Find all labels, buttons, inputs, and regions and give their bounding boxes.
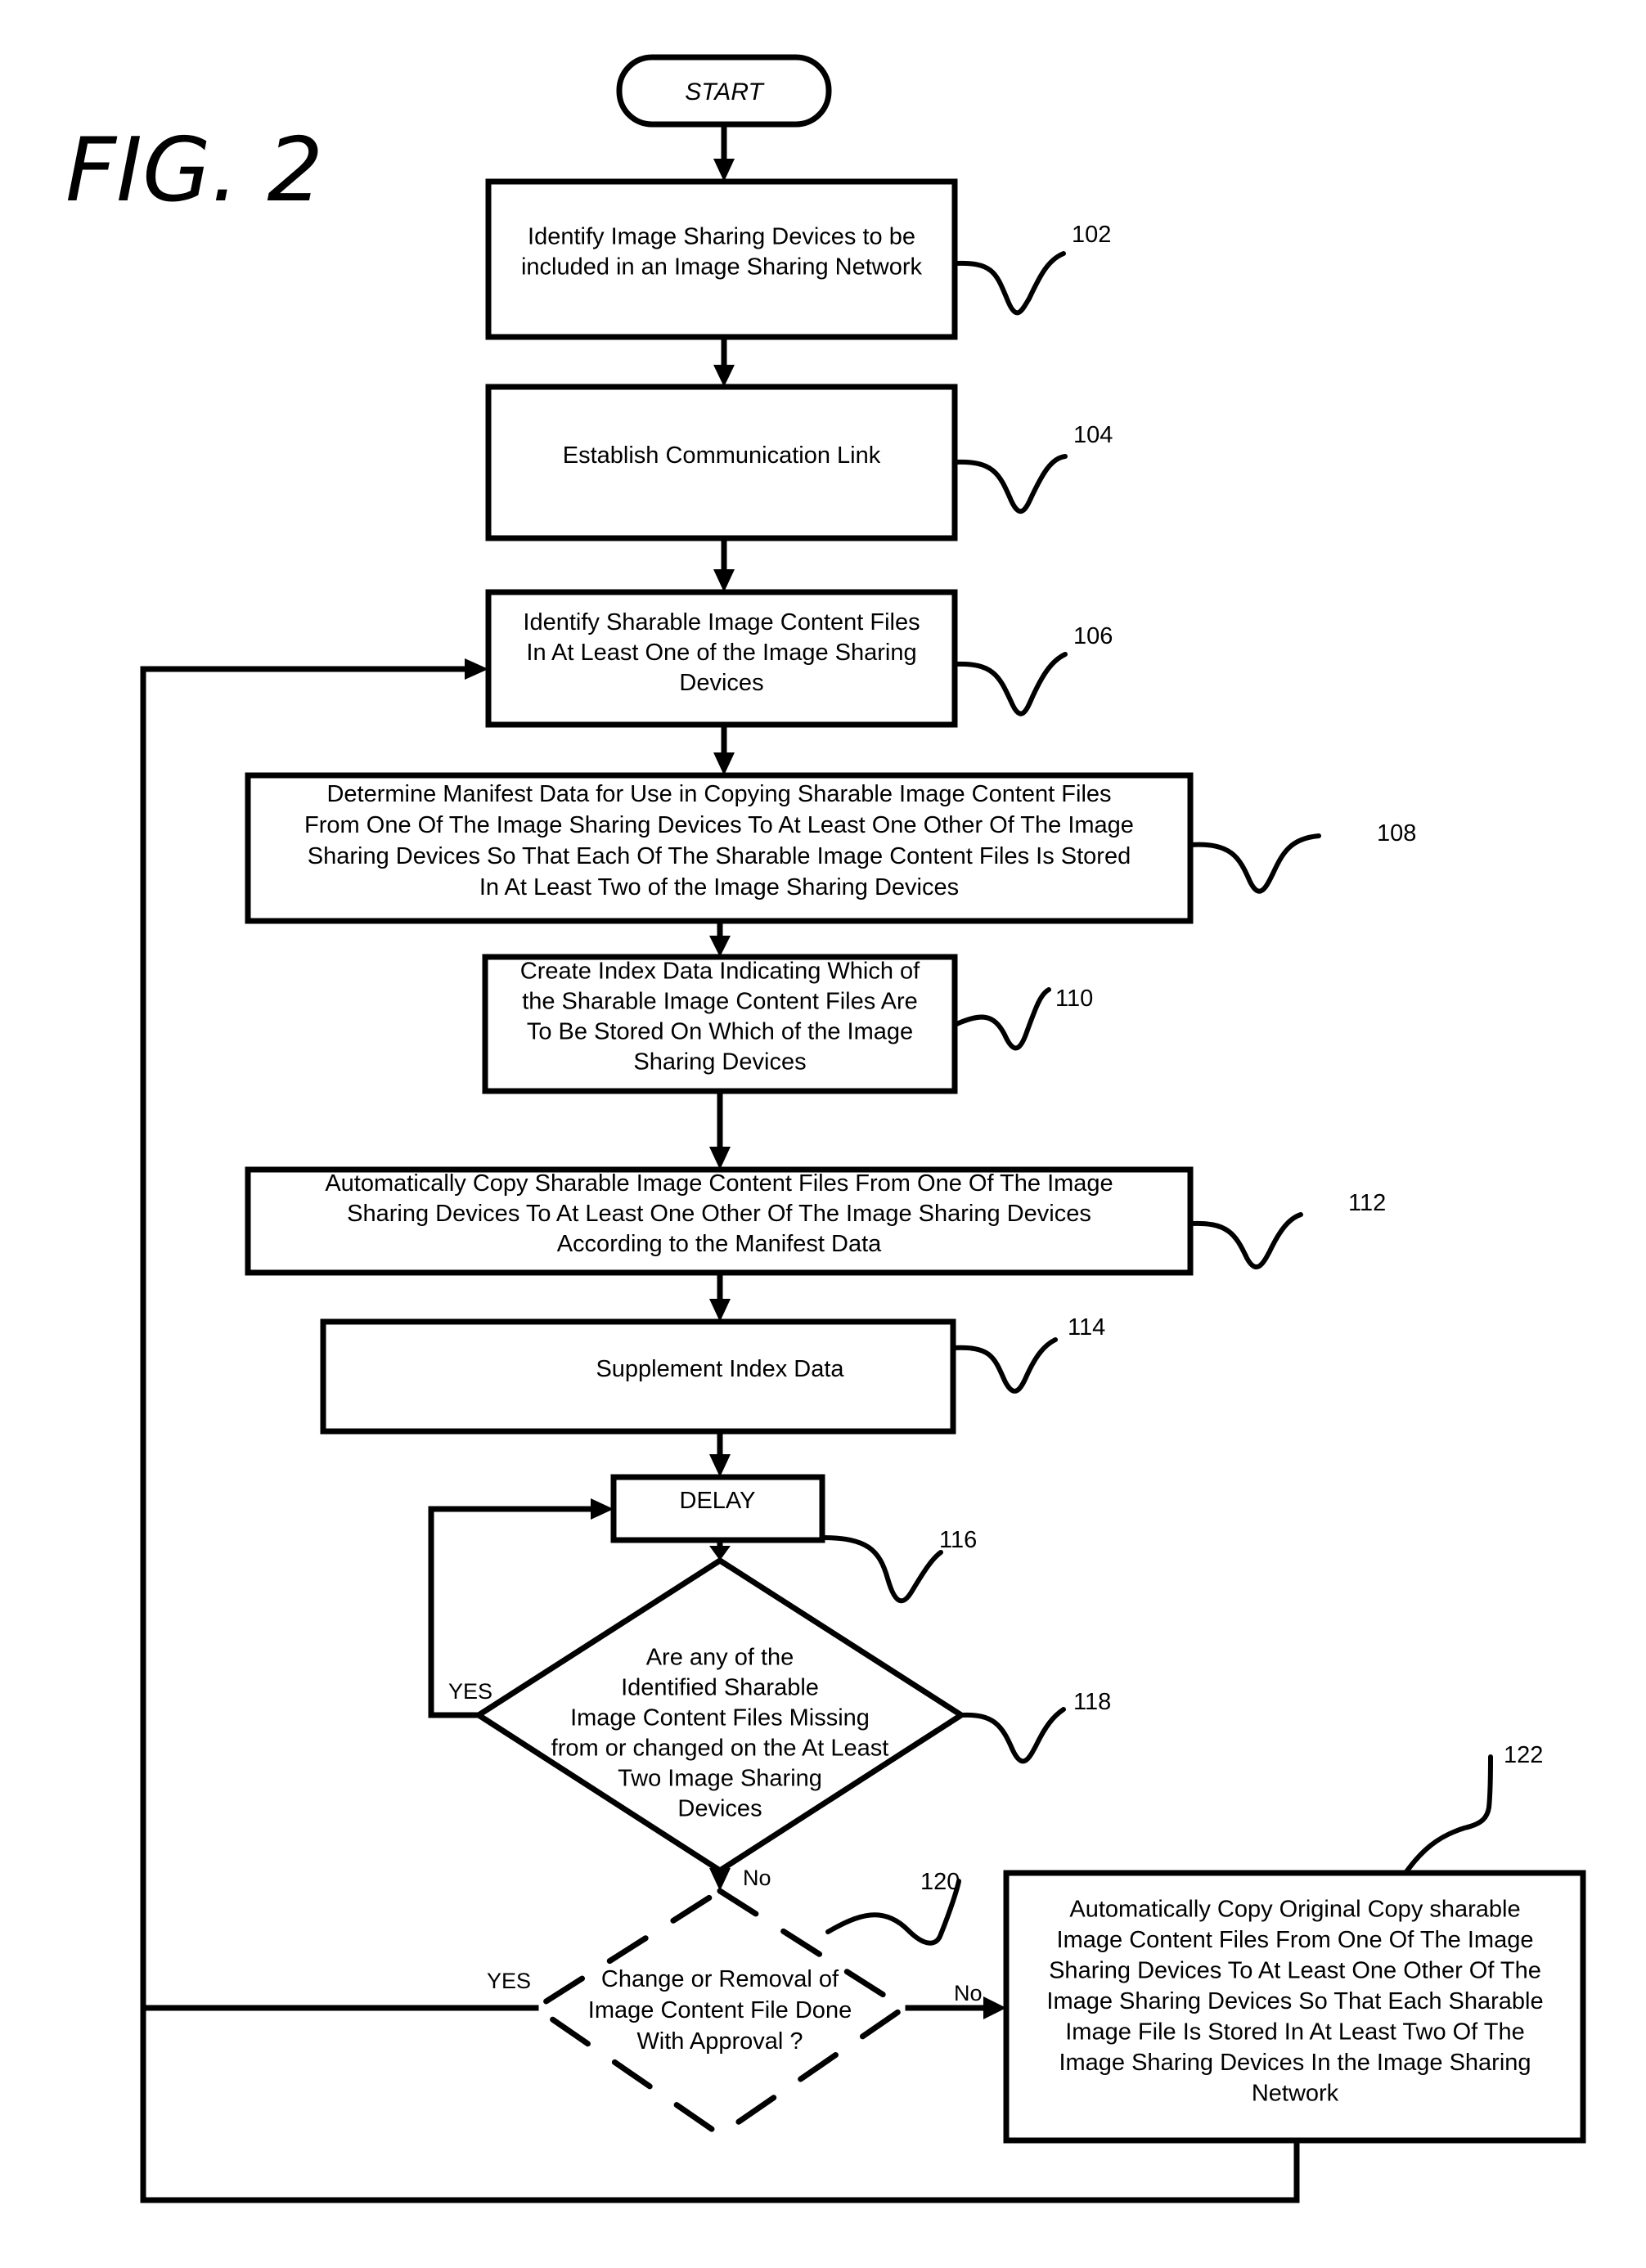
leader-110 bbox=[952, 987, 1051, 1051]
node-text-line: Sharing Devices So That Each Of The Shar… bbox=[308, 843, 1131, 869]
leader-112 bbox=[1188, 1212, 1303, 1269]
start-terminator: START bbox=[616, 54, 832, 128]
arrowhead bbox=[591, 1498, 614, 1520]
leader-114 bbox=[951, 1337, 1058, 1394]
arrowhead bbox=[709, 1147, 731, 1170]
ref-102: 102 bbox=[1072, 222, 1111, 248]
edge-label-118-no: No bbox=[743, 1866, 771, 1890]
node-text-line: To Be Stored On Which of the Image bbox=[527, 1019, 913, 1045]
ref-116: 116 bbox=[939, 1527, 977, 1553]
leader-116 bbox=[820, 1535, 943, 1604]
node-text-line: Change or Removal of bbox=[601, 1966, 839, 1992]
arrowhead bbox=[709, 936, 731, 957]
node-text-line: In At Least Two of the Image Sharing Dev… bbox=[479, 874, 959, 900]
arrowhead bbox=[713, 752, 735, 775]
ref-108: 108 bbox=[1377, 820, 1416, 847]
node-text-120: Change or Removal of Image Content File D… bbox=[588, 1966, 852, 2055]
node-text-line: Determine Manifest Data for Use in Copyi… bbox=[326, 781, 1111, 807]
node-text-line: From One Of The Image Sharing Devices To… bbox=[304, 812, 1134, 838]
node-text-122: Automatically Copy Original Copy sharabl… bbox=[1046, 1897, 1543, 2107]
node-text-line: Supplement Index Data bbox=[596, 1356, 844, 1382]
ref-114: 114 bbox=[1068, 1314, 1105, 1341]
node-text-line: Sharing Devices To At Least One Other Of… bbox=[1049, 1958, 1541, 1984]
node-text-line: DELAY bbox=[680, 1488, 756, 1514]
node-text-114: Supplement Index Data bbox=[596, 1356, 844, 1382]
arrowhead bbox=[983, 1996, 1006, 2019]
node-text-line: included in an Image Sharing Network bbox=[521, 254, 923, 281]
edge-label-118-yes: YES bbox=[448, 1679, 492, 1704]
leader-108 bbox=[1188, 833, 1321, 894]
leader-118 bbox=[959, 1707, 1066, 1764]
node-text-line: Sharing Devices bbox=[633, 1049, 806, 1076]
edge-label-120-yes: YES bbox=[487, 1969, 531, 1993]
node-text-line: Network bbox=[1252, 2081, 1339, 2107]
leader-106 bbox=[952, 652, 1068, 716]
arrowhead bbox=[709, 1299, 731, 1322]
node-text-line: Sharing Devices To At Least One Other Of… bbox=[347, 1201, 1091, 1227]
ref-112: 112 bbox=[1348, 1190, 1386, 1216]
node-text-104: Establish Communication Link bbox=[563, 442, 881, 469]
arrowhead bbox=[713, 365, 735, 387]
figure-label: FIG. 2 bbox=[65, 119, 323, 222]
start-label: START bbox=[685, 79, 765, 106]
node-text-line: the Sharable Image Content Files Are bbox=[522, 989, 918, 1015]
arrowhead bbox=[709, 1454, 731, 1477]
node-text-line: With Approval ? bbox=[636, 2028, 803, 2055]
node-text-line: Automatically Copy Original Copy sharabl… bbox=[1069, 1897, 1520, 1923]
node-text-line: In At Least One of the Image Sharing bbox=[526, 640, 916, 666]
node-text-line: Image File Is Stored In At Least Two Of … bbox=[1065, 2019, 1525, 2046]
arrowhead bbox=[713, 569, 735, 592]
ref-118: 118 bbox=[1073, 1689, 1111, 1715]
ref-120: 120 bbox=[920, 1869, 960, 1895]
node-text-line: Are any of the bbox=[646, 1645, 794, 1671]
node-text-line: Image Sharing Devices In the Image Shari… bbox=[1059, 2050, 1531, 2076]
edge-label-120-no: No bbox=[954, 1981, 983, 2005]
node-text-line: Automatically Copy Sharable Image Conten… bbox=[325, 1170, 1113, 1197]
arrowhead bbox=[465, 658, 488, 680]
leader-104 bbox=[952, 454, 1068, 514]
ref-110: 110 bbox=[1055, 986, 1093, 1012]
node-text-line: Create Index Data Indicating Which of bbox=[520, 959, 920, 985]
leader-102 bbox=[952, 251, 1066, 316]
node-text-line: Image Content Files From One Of The Imag… bbox=[1057, 1927, 1534, 1953]
node-text-line: Identify Image Sharing Devices to be bbox=[528, 224, 915, 250]
leader-122 bbox=[1403, 1754, 1493, 1875]
ref-122: 122 bbox=[1504, 1742, 1543, 1768]
arrowhead bbox=[713, 159, 735, 182]
flowchart: FIG. 2 START 102 104 106 108 110 112 114… bbox=[65, 54, 1586, 2203]
ref-104: 104 bbox=[1073, 422, 1113, 448]
node-text-line: Devices bbox=[679, 670, 763, 696]
node-text-line: Image Content File Done bbox=[588, 1997, 852, 2023]
node-text-line: from or changed on the At Least bbox=[551, 1736, 889, 1762]
node-text-line: Devices bbox=[677, 1796, 762, 1822]
node-text-line: Identified Sharable bbox=[621, 1675, 819, 1701]
node-text-line: Two Image Sharing bbox=[618, 1766, 822, 1792]
ref-106: 106 bbox=[1073, 623, 1113, 649]
node-text-116: DELAY bbox=[680, 1488, 756, 1514]
node-text-line: Image Content Files Missing bbox=[570, 1705, 870, 1731]
node-text-line: According to the Manifest Data bbox=[557, 1231, 882, 1257]
node-text-line: Identify Sharable Image Content Files bbox=[523, 609, 920, 635]
node-text-line: Image Sharing Devices So That Each Shara… bbox=[1046, 1988, 1543, 2014]
node-text-line: Establish Communication Link bbox=[563, 442, 881, 469]
